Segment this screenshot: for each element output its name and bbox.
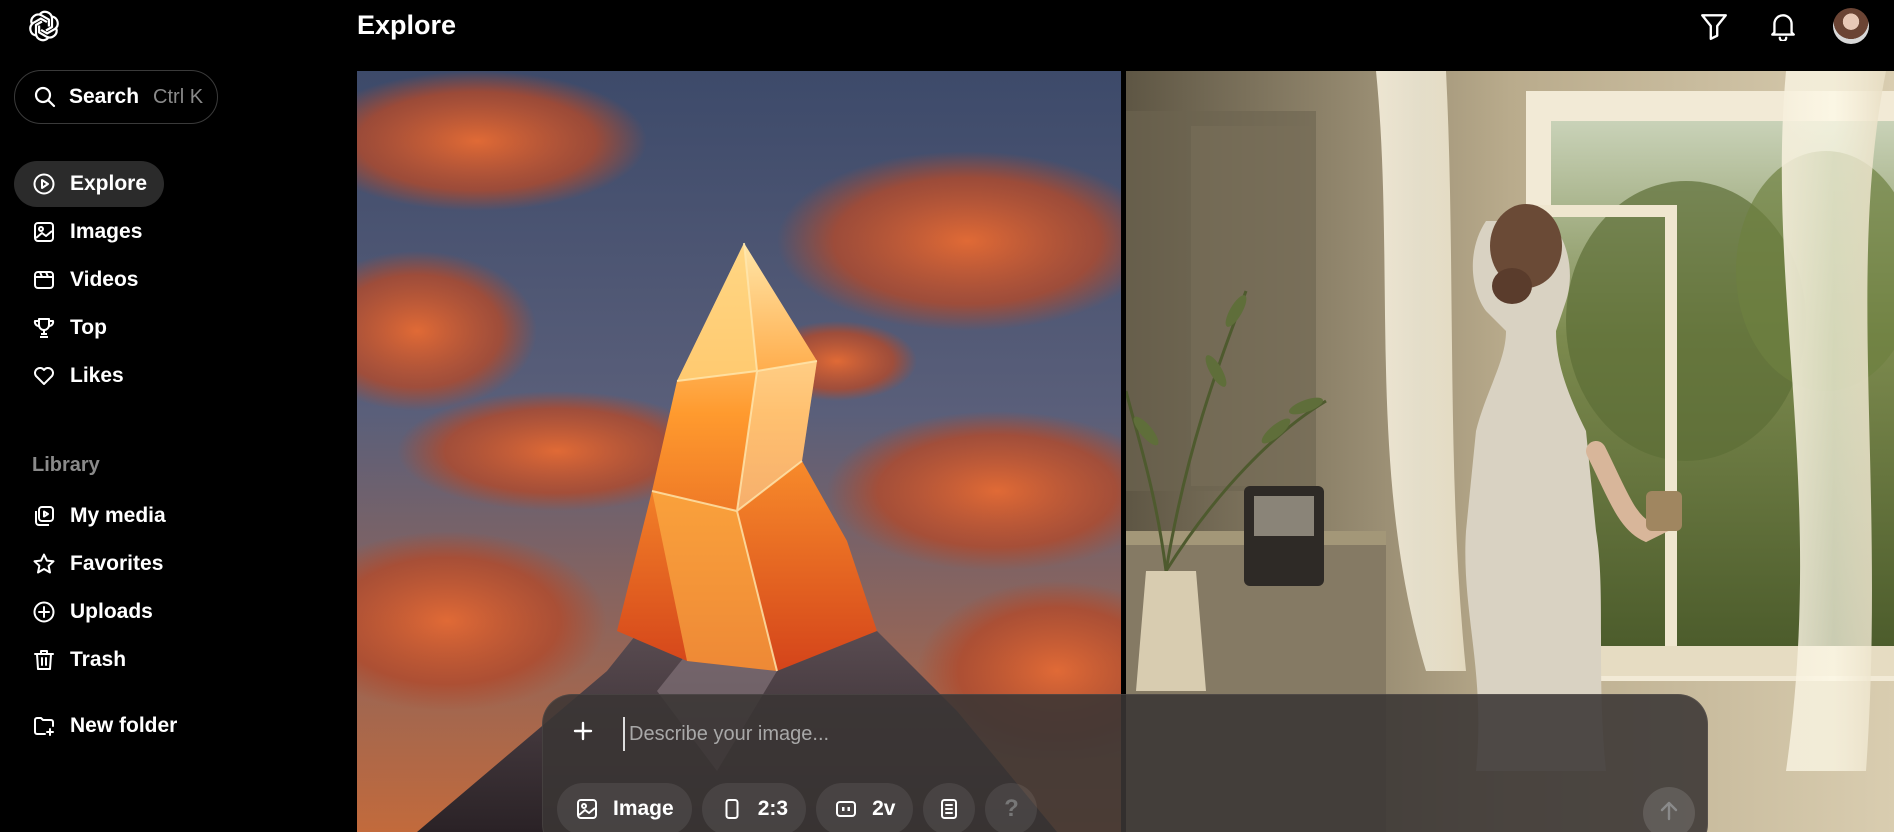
new-folder-button[interactable]: New folder [14, 703, 284, 749]
page-title: Explore [357, 10, 457, 40]
media-icon [32, 504, 56, 528]
nav-item-trash[interactable]: Trash [14, 637, 284, 683]
star-icon [32, 552, 56, 576]
nav-label: Videos [70, 268, 139, 291]
nav-label: Favorites [70, 552, 164, 575]
variations-button[interactable]: 2v [816, 783, 914, 832]
type-select-button[interactable]: Image [557, 783, 692, 832]
nav-item-favorites[interactable]: Favorites [14, 541, 284, 587]
nav-label: Top [70, 316, 107, 339]
search-label: Search [69, 85, 140, 108]
nav-label: New folder [70, 714, 178, 737]
help-button[interactable]: ? [985, 783, 1038, 832]
trophy-icon [32, 316, 56, 340]
nav-item-my-media[interactable]: My media [14, 493, 284, 539]
type-select-label: Image [613, 797, 674, 820]
video-icon [32, 268, 56, 292]
search-button[interactable]: Search Ctrl K [14, 70, 218, 124]
prompt-input[interactable] [623, 717, 1523, 751]
nav-item-images[interactable]: Images [14, 209, 284, 255]
library-heading: Library [32, 454, 100, 476]
bell-icon[interactable] [1765, 8, 1801, 44]
arrow-up-icon [1657, 799, 1681, 828]
library-nav: My media Favorites Uploads Trash [14, 493, 284, 685]
main-nav: Explore Images Videos Top Likes [14, 161, 284, 401]
portrait-ratio-icon [720, 797, 744, 821]
nav-item-uploads[interactable]: Uploads [14, 589, 284, 635]
nav-label: Uploads [70, 600, 153, 623]
upload-plus-icon [32, 600, 56, 624]
nav-item-top[interactable]: Top [14, 305, 284, 351]
heart-icon [32, 364, 56, 388]
aspect-ratio-button[interactable]: 2:3 [701, 783, 807, 832]
openai-logo-icon[interactable] [26, 8, 62, 44]
send-button[interactable] [1643, 787, 1695, 832]
folder-plus-icon [32, 714, 56, 738]
variations-label: 2v [872, 797, 896, 820]
plus-icon [571, 719, 595, 748]
variations-icon [834, 797, 858, 821]
folder-nav: New folder [14, 703, 284, 751]
add-attachment-button[interactable] [565, 715, 601, 751]
nav-item-explore[interactable]: Explore [14, 161, 164, 207]
image-icon [575, 797, 599, 821]
presets-button[interactable] [923, 783, 976, 832]
nav-label: Trash [70, 648, 127, 671]
filter-icon[interactable] [1696, 8, 1732, 44]
nav-item-likes[interactable]: Likes [14, 353, 284, 399]
nav-item-videos[interactable]: Videos [14, 257, 284, 303]
avatar[interactable] [1833, 8, 1869, 44]
sidebar: Search Ctrl K Explore Images Videos Top … [0, 0, 340, 832]
trash-icon [32, 648, 56, 672]
search-shortcut: Ctrl K [153, 85, 204, 108]
nav-label: Explore [70, 172, 148, 195]
nav-label: My media [70, 504, 166, 527]
compass-icon [32, 172, 56, 196]
prompt-composer: Image 2:3 2v ? [542, 694, 1708, 832]
search-icon [33, 85, 57, 109]
question-icon: ? [1004, 795, 1019, 822]
aspect-ratio-label: 2:3 [757, 797, 789, 820]
nav-label: Likes [70, 364, 124, 387]
image-icon [32, 220, 56, 244]
nav-label: Images [70, 220, 143, 243]
document-icon [937, 797, 961, 821]
composer-options: Image 2:3 2v ? [557, 783, 1038, 832]
